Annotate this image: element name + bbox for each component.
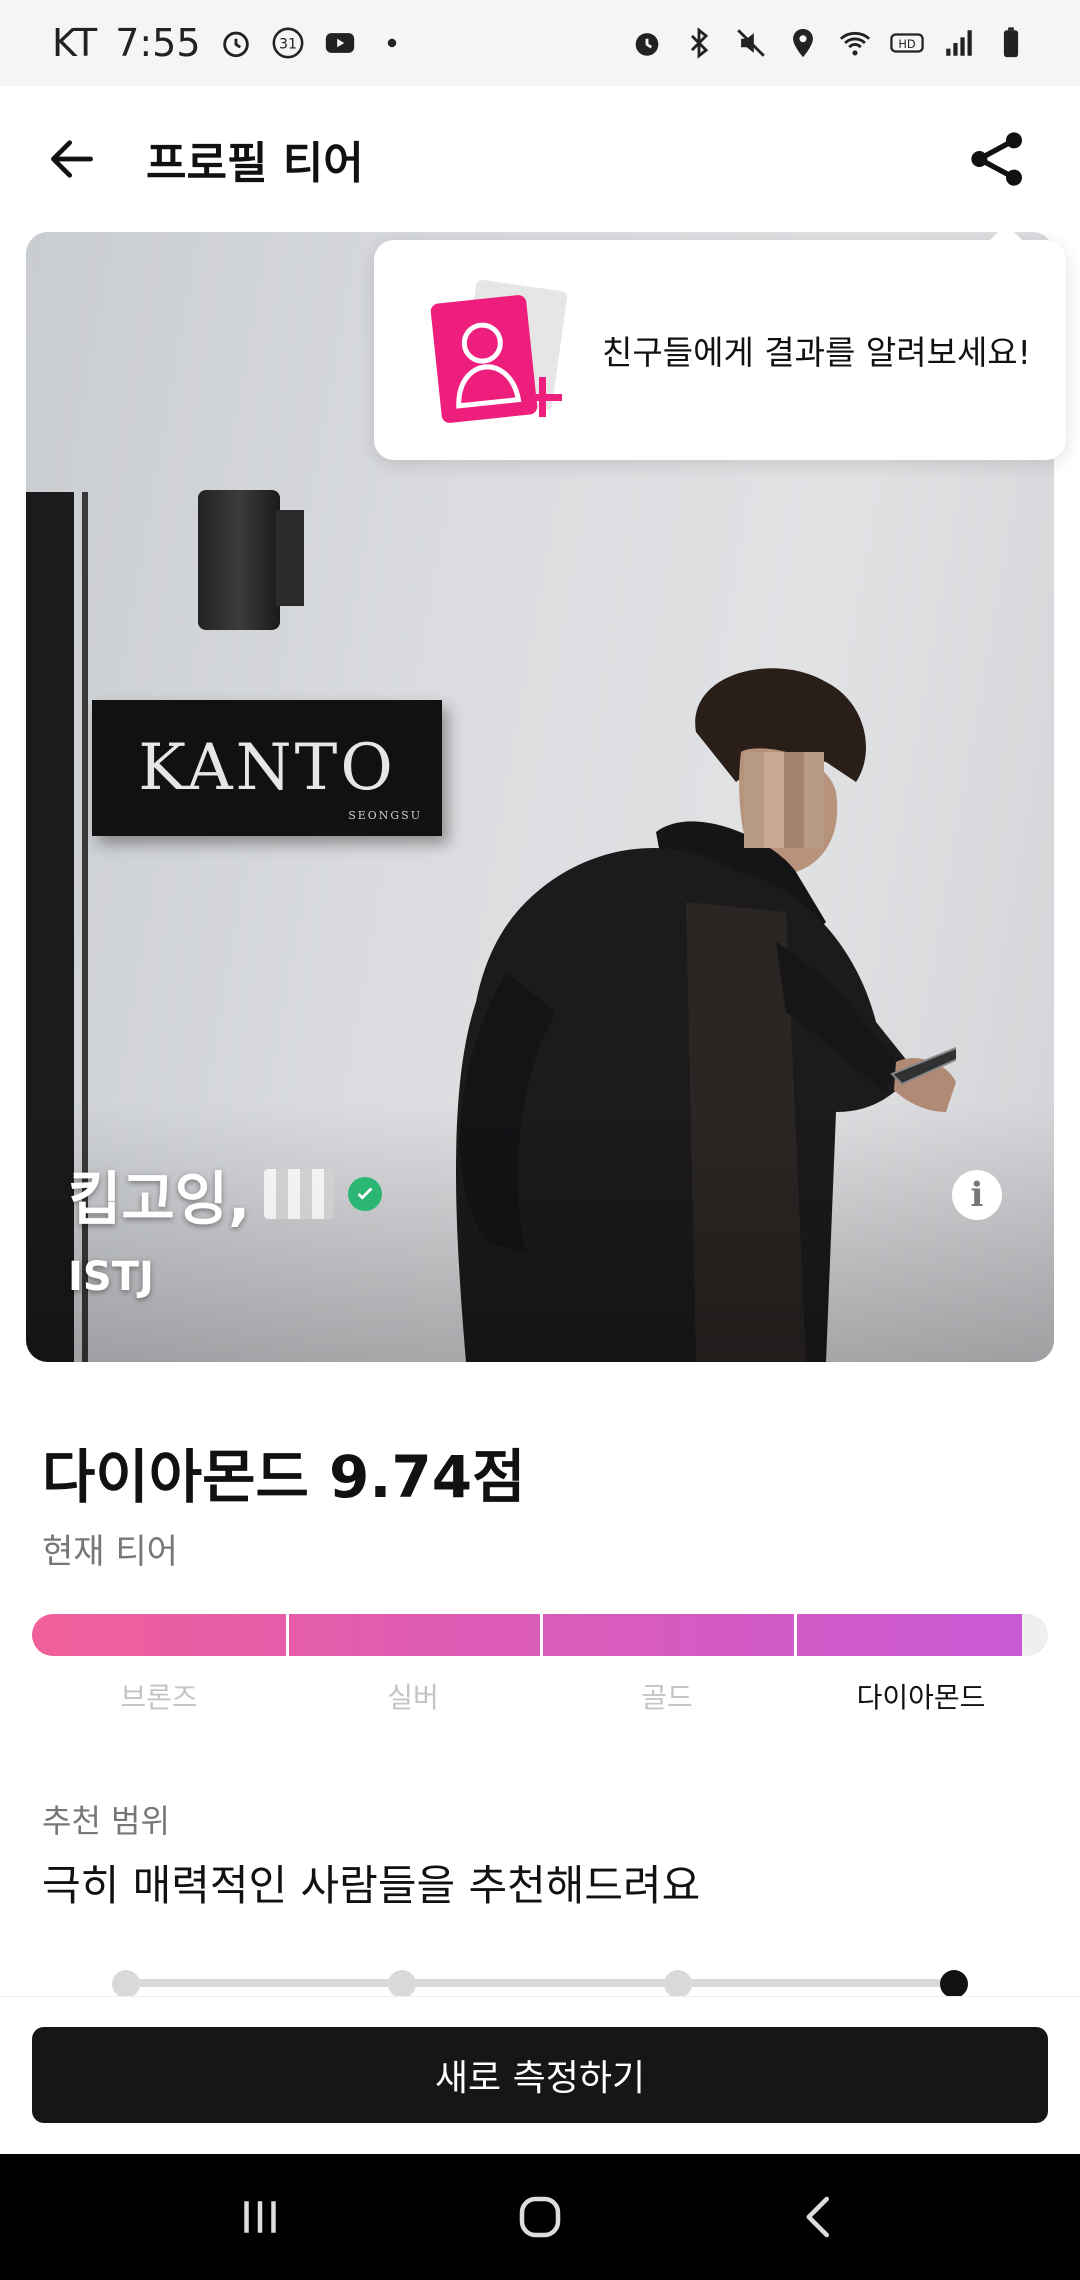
app-bar: 프로필 티어: [0, 86, 1080, 232]
slider-step-dot[interactable]: [940, 1970, 968, 1998]
tier-segment-4: [794, 1614, 1022, 1656]
hd-label: HD: [898, 37, 916, 51]
tier-label: 골드: [641, 1681, 693, 1714]
clock-label: 7:55: [115, 21, 201, 65]
carrier-label: KT: [52, 21, 98, 65]
youtube-icon: [323, 26, 357, 60]
wall-lamp-mount: [276, 510, 304, 606]
mute-icon: [734, 26, 768, 60]
profile-age-blur: [264, 1169, 335, 1219]
tier-progress-bar: [32, 1614, 1048, 1656]
profile-name: 킵고잉,: [68, 1165, 251, 1233]
location-icon: [786, 26, 820, 60]
remeasure-button[interactable]: 새로 측정하기: [32, 2027, 1048, 2123]
slider-step-dot[interactable]: [112, 1970, 140, 1998]
slider-track: [122, 1979, 958, 1987]
info-button[interactable]: i: [952, 1170, 1002, 1220]
tier-label: 실버: [387, 1681, 439, 1714]
tooltip-arrow: [988, 224, 1024, 242]
tier-labels: 브론즈 실버 골드 다이아몬드: [32, 1676, 1048, 1716]
add-profile-card-icon: [424, 275, 572, 425]
tier-segment-2: [286, 1614, 540, 1656]
calendar-icon: 31: [271, 26, 305, 60]
back-button[interactable]: [40, 127, 104, 191]
tier-segment-3: [540, 1614, 794, 1656]
slider-step-dot[interactable]: [664, 1970, 692, 1998]
tier-segment-1: [32, 1614, 286, 1656]
calendar-day: 31: [279, 37, 297, 53]
share-icon: [971, 132, 1022, 186]
battery-icon: [994, 26, 1028, 60]
bottom-action-area: 새로 측정하기: [0, 1996, 1080, 2154]
slider-step-dot[interactable]: [388, 1970, 416, 1998]
page-title: 프로필 티어: [146, 138, 364, 189]
status-bar: KT 7:55 31 HD: [0, 0, 1080, 86]
face-blur: [744, 752, 824, 848]
dot-icon: [375, 26, 409, 60]
tier-caption: 현재 티어: [42, 1532, 178, 1572]
screen: KT 7:55 31 HD 프로필 티어 KANTO SEONGSU 킵고잉, …: [0, 0, 1080, 2280]
recommendation-range-slider[interactable]: [112, 1970, 968, 1998]
wall-lamp: [198, 490, 280, 630]
tier-label: 브론즈: [120, 1681, 198, 1714]
arrow-left-icon: [51, 140, 93, 178]
share-button[interactable]: [962, 123, 1034, 195]
status-right: HD: [630, 26, 1028, 60]
system-nav-bar: [0, 2154, 1080, 2280]
profile-name-row: 킵고잉,: [68, 1152, 383, 1236]
home-button[interactable]: [495, 2172, 585, 2262]
nav-back-button[interactable]: [775, 2172, 865, 2262]
share-tooltip[interactable]: 친구들에게 결과를 알려보세요!: [374, 224, 1066, 460]
back-icon: [806, 2196, 829, 2238]
alarm-icon: [219, 26, 253, 60]
hd-icon: HD: [890, 26, 924, 60]
verified-badge: [348, 1177, 383, 1211]
signal-icon: [942, 26, 976, 60]
tooltip-text: 친구들에게 결과를 알려보세요!: [602, 333, 1031, 372]
tier-score: 다이아몬드 9.74점: [42, 1443, 526, 1511]
recommendation-text: 극히 매력적인 사람들을 추천해드려요: [42, 1861, 701, 1910]
profile-mbti: ISTJ: [68, 1254, 154, 1300]
alarm-icon: [630, 26, 664, 60]
tier-label: 다이아몬드: [856, 1681, 986, 1714]
recent-apps-icon: [244, 2201, 276, 2233]
status-left: KT 7:55 31: [52, 21, 409, 65]
plus-icon: [522, 377, 562, 417]
check-icon: [357, 1187, 373, 1200]
home-icon: [519, 2196, 561, 2238]
info-icon: i: [970, 1175, 984, 1215]
recent-apps-button[interactable]: [215, 2172, 305, 2262]
bluetooth-icon: [682, 26, 716, 60]
wifi-icon: [838, 26, 872, 60]
recommendation-caption: 추천 범위: [42, 1802, 170, 1840]
